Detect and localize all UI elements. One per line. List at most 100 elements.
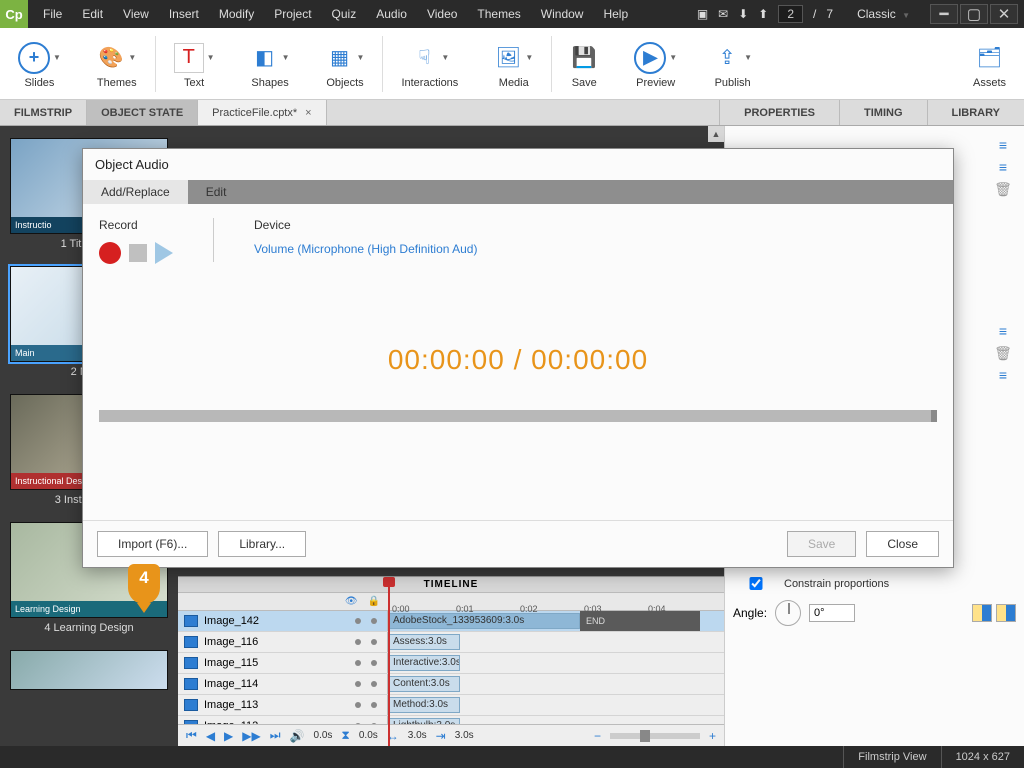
- layer-name: Image_114: [204, 678, 258, 690]
- ribbon-themes[interactable]: 🎨▼Themes: [79, 28, 155, 99]
- timeline-clip[interactable]: Lightbulb:3.0s: [388, 718, 460, 724]
- timeline-clip[interactable]: Assess:3.0s: [388, 634, 460, 650]
- sync-down-icon[interactable]: ⬇: [738, 7, 748, 21]
- tl-mute-icon[interactable]: 🔊: [290, 729, 305, 743]
- timeline-row[interactable]: Image_112Lightbulb:3.0s: [178, 716, 724, 724]
- ribbon-text[interactable]: T▼Text: [156, 28, 233, 99]
- timeline-row[interactable]: Image_115Interactive:3.0s: [178, 653, 724, 674]
- list2-icon[interactable]: ≡: [994, 159, 1012, 175]
- timeline-clip[interactable]: AdobeStock_133953609:3.0s: [388, 613, 580, 629]
- zoom-slider[interactable]: [610, 733, 700, 739]
- ribbon-slides[interactable]: +▼Slides: [0, 28, 79, 99]
- timeline-row[interactable]: Image_142AdobeStock_133953609:3.0sEND: [178, 611, 724, 632]
- tl-prev-icon[interactable]: ◀: [206, 729, 215, 743]
- angle-label: Angle:: [733, 606, 767, 620]
- slide-thumb-5[interactable]: [10, 650, 168, 690]
- tl-play-icon[interactable]: ▶: [224, 729, 233, 743]
- dialog-tab-add[interactable]: Add/Replace: [83, 180, 188, 204]
- tl-first-icon[interactable]: ⏮: [186, 728, 197, 743]
- timeline-clip[interactable]: Method:3.0s: [388, 697, 460, 713]
- ribbon-media[interactable]: 🖼▼Media: [476, 28, 551, 99]
- flip-h-icon[interactable]: [972, 604, 992, 622]
- window-maximize[interactable]: ▢: [960, 4, 988, 24]
- tl-marker3-icon[interactable]: ⇥: [436, 729, 446, 743]
- page-total: 7: [826, 7, 833, 21]
- ribbon-interactions[interactable]: ☟▼Interactions: [383, 28, 476, 99]
- ribbon-save[interactable]: 💾Save: [552, 28, 616, 99]
- timecode: 00:00:00 / 00:00:00: [99, 344, 937, 376]
- scroll-up-icon[interactable]: ▲: [708, 126, 724, 142]
- timeline-row[interactable]: Image_116Assess:3.0s: [178, 632, 724, 653]
- page-current[interactable]: 2: [778, 5, 803, 23]
- tl-next-icon[interactable]: ▶▶: [242, 729, 260, 743]
- image-icon: [184, 636, 198, 648]
- ribbon-assets[interactable]: 🗂Assets: [955, 28, 1024, 99]
- ribbon-objects[interactable]: ▦▼Objects: [308, 28, 383, 99]
- list4-icon[interactable]: ≡: [994, 367, 1012, 383]
- window-minimize[interactable]: ━: [930, 4, 958, 24]
- dialog-scrollbar[interactable]: [99, 410, 937, 422]
- tab-objectstate[interactable]: OBJECT STATE: [87, 100, 198, 125]
- menu-insert[interactable]: Insert: [160, 3, 208, 25]
- image-icon: [184, 657, 198, 669]
- ribbon-shapes[interactable]: ◧▼Shapes: [233, 28, 308, 99]
- record-label: Record: [99, 218, 173, 232]
- end-cap: END: [580, 611, 700, 631]
- tab-properties[interactable]: PROPERTIES: [719, 100, 839, 125]
- workspace-selector[interactable]: Classic ▼: [857, 7, 910, 21]
- play-button[interactable]: [155, 242, 173, 264]
- ribbon-preview[interactable]: ▶▼Preview: [616, 28, 695, 99]
- timeline-row[interactable]: Image_113Method:3.0s: [178, 695, 724, 716]
- ribbon-publish[interactable]: ⇪▼Publish: [695, 28, 770, 99]
- menu-audio[interactable]: Audio: [367, 3, 416, 25]
- menu-file[interactable]: File: [34, 3, 71, 25]
- menu-themes[interactable]: Themes: [468, 3, 529, 25]
- menu-project[interactable]: Project: [265, 3, 320, 25]
- timeline-clip[interactable]: Content:3.0s: [388, 676, 460, 692]
- lock-icon[interactable]: 🔒: [368, 596, 380, 607]
- tl-marker1-icon[interactable]: ⧗: [341, 728, 349, 743]
- menu-video[interactable]: Video: [418, 3, 466, 25]
- zoom-out-icon[interactable]: −: [594, 729, 601, 743]
- angle-dial[interactable]: [775, 600, 801, 626]
- device-link[interactable]: Volume (Microphone (High Definition Aud): [254, 242, 477, 256]
- list-icon[interactable]: ≡: [994, 137, 1012, 153]
- zoom-in-icon[interactable]: +: [709, 729, 716, 743]
- trash2-icon[interactable]: 🗑: [994, 345, 1012, 361]
- playhead[interactable]: [388, 611, 390, 724]
- flip-v-icon[interactable]: [996, 604, 1016, 622]
- close-icon[interactable]: ×: [305, 107, 311, 119]
- constrain-checkbox[interactable]: Constrain proportions: [733, 577, 1016, 590]
- list3-icon[interactable]: ≡: [994, 323, 1012, 339]
- timeline-row[interactable]: Image_114 Content:3.0s: [178, 674, 724, 695]
- tab-file[interactable]: PracticeFile.cptx*×: [198, 100, 326, 125]
- tab-timing[interactable]: TIMING: [839, 100, 927, 125]
- menu-help[interactable]: Help: [594, 3, 637, 25]
- window-close[interactable]: ✕: [990, 4, 1018, 24]
- document-tabstrip: FILMSTRIP OBJECT STATE PracticeFile.cptx…: [0, 100, 1024, 126]
- layout-icon[interactable]: ▣: [697, 7, 708, 21]
- import-button[interactable]: Import (F6)...: [97, 531, 208, 557]
- menu-modify[interactable]: Modify: [210, 3, 263, 25]
- status-dims: 1024 x 627: [941, 746, 1024, 768]
- menu-edit[interactable]: Edit: [73, 3, 112, 25]
- stop-button[interactable]: [129, 244, 147, 262]
- angle-input[interactable]: [809, 604, 855, 622]
- ribbon: +▼Slides 🎨▼Themes T▼Text ◧▼Shapes ▦▼Obje…: [0, 28, 1024, 100]
- tl-last-icon[interactable]: ⏭: [270, 728, 281, 743]
- tab-library[interactable]: LIBRARY: [927, 100, 1024, 125]
- menu-quiz[interactable]: Quiz: [323, 3, 366, 25]
- dialog-tab-edit[interactable]: Edit: [188, 180, 245, 204]
- timeline-clip[interactable]: Interactive:3.0s: [388, 655, 460, 671]
- close-button[interactable]: Close: [866, 531, 939, 557]
- dialog-title: Object Audio: [83, 149, 953, 180]
- menu-view[interactable]: View: [114, 3, 158, 25]
- sync-up-icon[interactable]: ⬆: [758, 7, 768, 21]
- tab-filmstrip[interactable]: FILMSTRIP: [0, 100, 87, 125]
- record-button[interactable]: [99, 242, 121, 264]
- library-button[interactable]: Library...: [218, 531, 306, 557]
- mail-icon[interactable]: ✉: [718, 7, 728, 21]
- trash-icon[interactable]: 🗑: [994, 181, 1012, 197]
- menu-window[interactable]: Window: [532, 3, 593, 25]
- eye-icon[interactable]: 👁: [345, 596, 358, 607]
